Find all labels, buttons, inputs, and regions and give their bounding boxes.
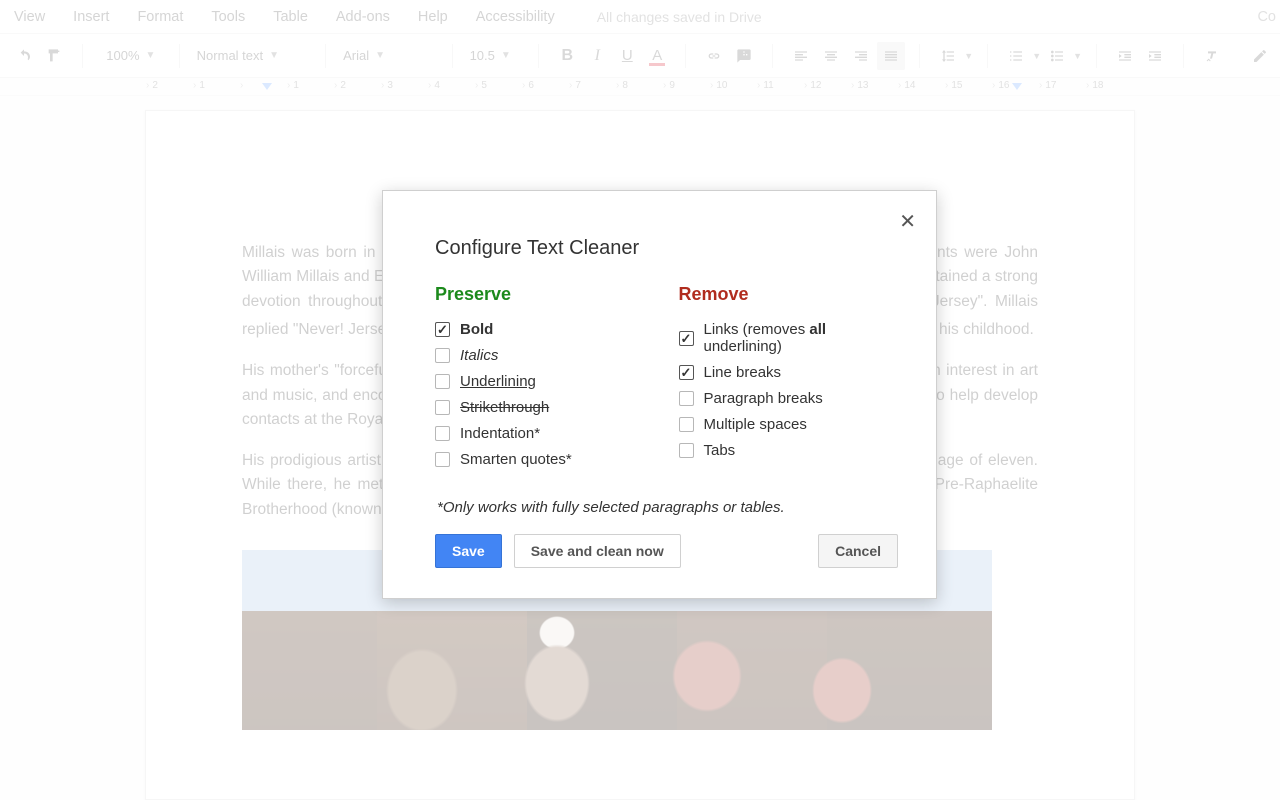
remove-header: Remove xyxy=(679,284,899,305)
preserve-header: Preserve xyxy=(435,284,655,305)
checkbox[interactable] xyxy=(435,322,450,337)
dialog-footnote: *Only works with fully selected paragrap… xyxy=(437,499,898,516)
checkbox[interactable] xyxy=(679,417,694,432)
checkbox[interactable] xyxy=(679,365,694,380)
checkbox[interactable] xyxy=(435,348,450,363)
cancel-button[interactable]: Cancel xyxy=(818,534,898,568)
checkbox[interactable] xyxy=(435,400,450,415)
option-label: Indentation* xyxy=(460,425,540,442)
checkbox[interactable] xyxy=(435,374,450,389)
preserve-column: Preserve Bold Italics Underlining Strikethr… xyxy=(435,280,655,477)
option-label: Strikethrough xyxy=(460,399,549,416)
option-label: Underlining xyxy=(460,373,536,390)
remove-option[interactable]: Line breaks xyxy=(679,364,899,381)
option-label: Italics xyxy=(460,347,498,364)
option-label: Links (removes all underlining) xyxy=(704,321,899,355)
checkbox[interactable] xyxy=(679,443,694,458)
option-label: Multiple spaces xyxy=(704,416,807,433)
preserve-option[interactable]: Smarten quotes* xyxy=(435,451,655,468)
option-label: Paragraph breaks xyxy=(704,390,823,407)
remove-option[interactable]: Tabs xyxy=(679,442,899,459)
remove-option[interactable]: Multiple spaces xyxy=(679,416,899,433)
checkbox[interactable] xyxy=(679,391,694,406)
option-label: Tabs xyxy=(704,442,736,459)
preserve-option[interactable]: Underlining xyxy=(435,373,655,390)
remove-column: Remove Links (removes all underlining) Li… xyxy=(679,280,899,477)
remove-option[interactable]: Paragraph breaks xyxy=(679,390,899,407)
close-icon[interactable]: ✕ xyxy=(899,209,916,234)
checkbox[interactable] xyxy=(435,452,450,467)
preserve-option[interactable]: Bold xyxy=(435,321,655,338)
dialog-buttons: Save Save and clean now Cancel xyxy=(435,534,898,568)
save-and-clean-button[interactable]: Save and clean now xyxy=(514,534,681,568)
save-button[interactable]: Save xyxy=(435,534,502,568)
text-cleaner-dialog: ✕ Configure Text Cleaner Preserve Bold It… xyxy=(382,190,937,599)
preserve-option[interactable]: Strikethrough xyxy=(435,399,655,416)
preserve-option[interactable]: Indentation* xyxy=(435,425,655,442)
option-label: Bold xyxy=(460,321,493,338)
remove-option[interactable]: Links (removes all underlining) xyxy=(679,321,899,355)
option-label: Line breaks xyxy=(704,364,782,381)
dialog-title: Configure Text Cleaner xyxy=(435,237,898,260)
checkbox[interactable] xyxy=(435,426,450,441)
checkbox[interactable] xyxy=(679,331,694,346)
preserve-option[interactable]: Italics xyxy=(435,347,655,364)
option-label: Smarten quotes* xyxy=(460,451,572,468)
